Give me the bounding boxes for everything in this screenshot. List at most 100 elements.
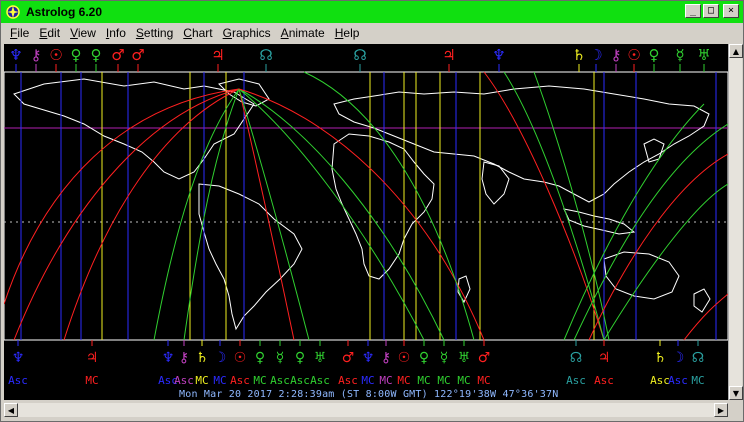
bottom-planet-glyph: ☽ bbox=[672, 350, 685, 366]
bottom-planet-glyph: ♅ bbox=[458, 350, 471, 366]
bottom-planet-glyph: ♆ bbox=[162, 350, 175, 366]
asc-desc-curve bbox=[63, 88, 240, 341]
top-planet-glyph: ♆ bbox=[492, 46, 505, 64]
bottom-planet-glyph: ♅ bbox=[314, 350, 327, 366]
bottom-planet-glyph: ♄ bbox=[654, 350, 667, 366]
top-planet-glyph: ☽ bbox=[589, 46, 602, 64]
bottom-planet-glyph: ♄ bbox=[196, 350, 209, 366]
top-planet-glyph: ⚷ bbox=[611, 46, 622, 64]
astrocartography-map[interactable]: ♆ ⚷ ☉ ♀ ♀ ♂ ♂ ♃ ☊ ☊ ♃ ♆ ♄ ☽ ⚷ ☉ ♀ ☿ ♅ ♆ Asc ♃ MC ♆ Asc ⚷ Asc ♄ MC ☽ M… bbox=[4, 44, 728, 400]
menu-view[interactable]: View bbox=[65, 26, 101, 40]
coast-india bbox=[481, 161, 510, 205]
menu-file[interactable]: File bbox=[5, 26, 34, 40]
menu-help[interactable]: Help bbox=[330, 26, 365, 40]
angle-label: MC bbox=[85, 374, 98, 387]
astrolog-window: Astrolog 6.20 _ □ × File Edit View Info … bbox=[0, 0, 744, 422]
top-planet-glyph: ♀ bbox=[71, 46, 82, 64]
bottom-planet-glyph: ♀ bbox=[255, 350, 265, 366]
maximize-icon: □ bbox=[707, 5, 715, 16]
angle-label: MC bbox=[437, 374, 450, 387]
minimize-button[interactable]: _ bbox=[685, 4, 701, 18]
angle-label: Asc bbox=[650, 374, 670, 387]
angle-label: MC bbox=[691, 374, 704, 387]
coast-new-zealand bbox=[693, 288, 711, 313]
scroll-right-arrow[interactable]: ▶ bbox=[714, 403, 728, 417]
bottom-planet-glyph: ♀ bbox=[419, 350, 429, 366]
astrolog-app-icon[interactable] bbox=[5, 4, 21, 20]
angle-label: MC bbox=[457, 374, 470, 387]
asc-desc-curve bbox=[503, 71, 605, 341]
menu-bar: File Edit View Info Setting Chart Graphi… bbox=[1, 23, 743, 43]
bottom-planet-glyph: ♃ bbox=[86, 350, 99, 366]
top-planet-glyph: ☉ bbox=[49, 46, 62, 64]
asc-desc-curve bbox=[13, 88, 240, 341]
angle-label: MC bbox=[361, 374, 374, 387]
top-planet-glyph: ♂ bbox=[131, 46, 144, 64]
angle-label: Asc bbox=[310, 374, 330, 387]
top-planet-glyph: ♂ bbox=[111, 46, 124, 64]
bottom-planet-glyph: ♂ bbox=[342, 350, 355, 366]
asc-desc-curve bbox=[683, 293, 728, 341]
asc-desc-curve bbox=[603, 183, 728, 341]
asc-desc-curve bbox=[238, 88, 295, 341]
bottom-planet-glyph: ♆ bbox=[12, 350, 25, 366]
bottom-planet-glyph: ☊ bbox=[692, 350, 704, 366]
angle-label: MC bbox=[253, 374, 266, 387]
asc-desc-curve bbox=[238, 88, 310, 341]
top-planet-glyph: ♄ bbox=[572, 46, 585, 64]
top-planet-glyph: ♅ bbox=[697, 46, 710, 64]
menu-edit[interactable]: Edit bbox=[34, 26, 65, 40]
menu-animate[interactable]: Animate bbox=[276, 26, 330, 40]
top-planet-glyph: ☊ bbox=[259, 46, 272, 64]
bottom-scroll-row: ◀ ▶ bbox=[4, 400, 742, 420]
angle-label: MC bbox=[379, 374, 392, 387]
angle-label: MC bbox=[195, 374, 208, 387]
menu-chart[interactable]: Chart bbox=[178, 26, 217, 40]
angle-label: Asc bbox=[338, 374, 358, 387]
top-planet-glyph: ♆ bbox=[9, 46, 22, 64]
bottom-planet-glyph: ☿ bbox=[440, 350, 449, 366]
scroll-up-arrow[interactable]: ▲ bbox=[729, 44, 743, 58]
top-planet-glyph: ♀ bbox=[649, 46, 660, 64]
bottom-planet-glyph: ⚷ bbox=[381, 350, 391, 366]
maximize-button[interactable]: □ bbox=[703, 4, 719, 18]
angle-label: Asc bbox=[174, 374, 194, 387]
window-title: Astrolog 6.20 bbox=[26, 5, 103, 19]
bottom-glyph-row: ♆Asc♃MC♆Asc⚷Asc♄MC☽MC☉Asc♀MC☿Asc♀Asc♅Asc… bbox=[8, 340, 705, 387]
bottom-planet-glyph: ☽ bbox=[214, 350, 227, 366]
bottom-planet-glyph: ☉ bbox=[234, 350, 247, 366]
angle-label: Asc bbox=[566, 374, 586, 387]
top-planet-glyph: ♀ bbox=[91, 46, 102, 64]
menu-graphics[interactable]: Graphics bbox=[218, 26, 276, 40]
scroll-down-arrow[interactable]: ▼ bbox=[729, 386, 743, 400]
asc-desc-curve bbox=[533, 71, 610, 341]
bottom-planet-glyph: ☿ bbox=[276, 350, 285, 366]
menu-setting[interactable]: Setting bbox=[131, 26, 178, 40]
close-icon: × bbox=[727, 5, 735, 16]
scroll-left-arrow[interactable]: ◀ bbox=[4, 403, 18, 417]
chart-timestamp: Mon Mar 20 2017 2:28:39am (ST 8:00W GMT)… bbox=[179, 389, 559, 400]
top-planet-glyph: ♃ bbox=[442, 46, 455, 64]
top-planet-glyph: ♃ bbox=[211, 46, 224, 64]
bottom-planet-glyph: ♀ bbox=[295, 350, 305, 366]
close-button[interactable]: × bbox=[723, 4, 739, 18]
coast-japan bbox=[643, 138, 665, 163]
angle-label: MC bbox=[213, 374, 226, 387]
asc-desc-curve bbox=[303, 71, 475, 341]
angle-label: Asc bbox=[290, 374, 310, 387]
horizontal-scrollbar[interactable]: ◀ ▶ bbox=[4, 403, 728, 417]
coast-north-america bbox=[13, 78, 255, 180]
bottom-planet-glyph: ⚷ bbox=[179, 350, 189, 366]
title-bar[interactable]: Astrolog 6.20 _ □ × bbox=[1, 1, 743, 23]
menu-info[interactable]: Info bbox=[101, 26, 131, 40]
map-canvas: ♆ ⚷ ☉ ♀ ♀ ♂ ♂ ♃ ☊ ☊ ♃ ♆ ♄ ☽ ⚷ ☉ ♀ ☿ ♅ ♆Asc♃MC♆Asc⚷Asc♄MC☽M… bbox=[4, 46, 728, 387]
asc-desc-curve bbox=[183, 88, 240, 341]
angle-label: MC bbox=[417, 374, 430, 387]
bottom-planet-glyph: ♃ bbox=[598, 350, 611, 366]
bottom-planet-glyph: ♆ bbox=[362, 350, 375, 366]
asc-desc-curve bbox=[483, 71, 605, 341]
vertical-scrollbar[interactable]: ▲ ▼ bbox=[728, 44, 743, 400]
angle-label: Asc bbox=[270, 374, 290, 387]
bottom-planet-glyph: ☊ bbox=[570, 350, 582, 366]
map-frame bbox=[4, 71, 728, 341]
